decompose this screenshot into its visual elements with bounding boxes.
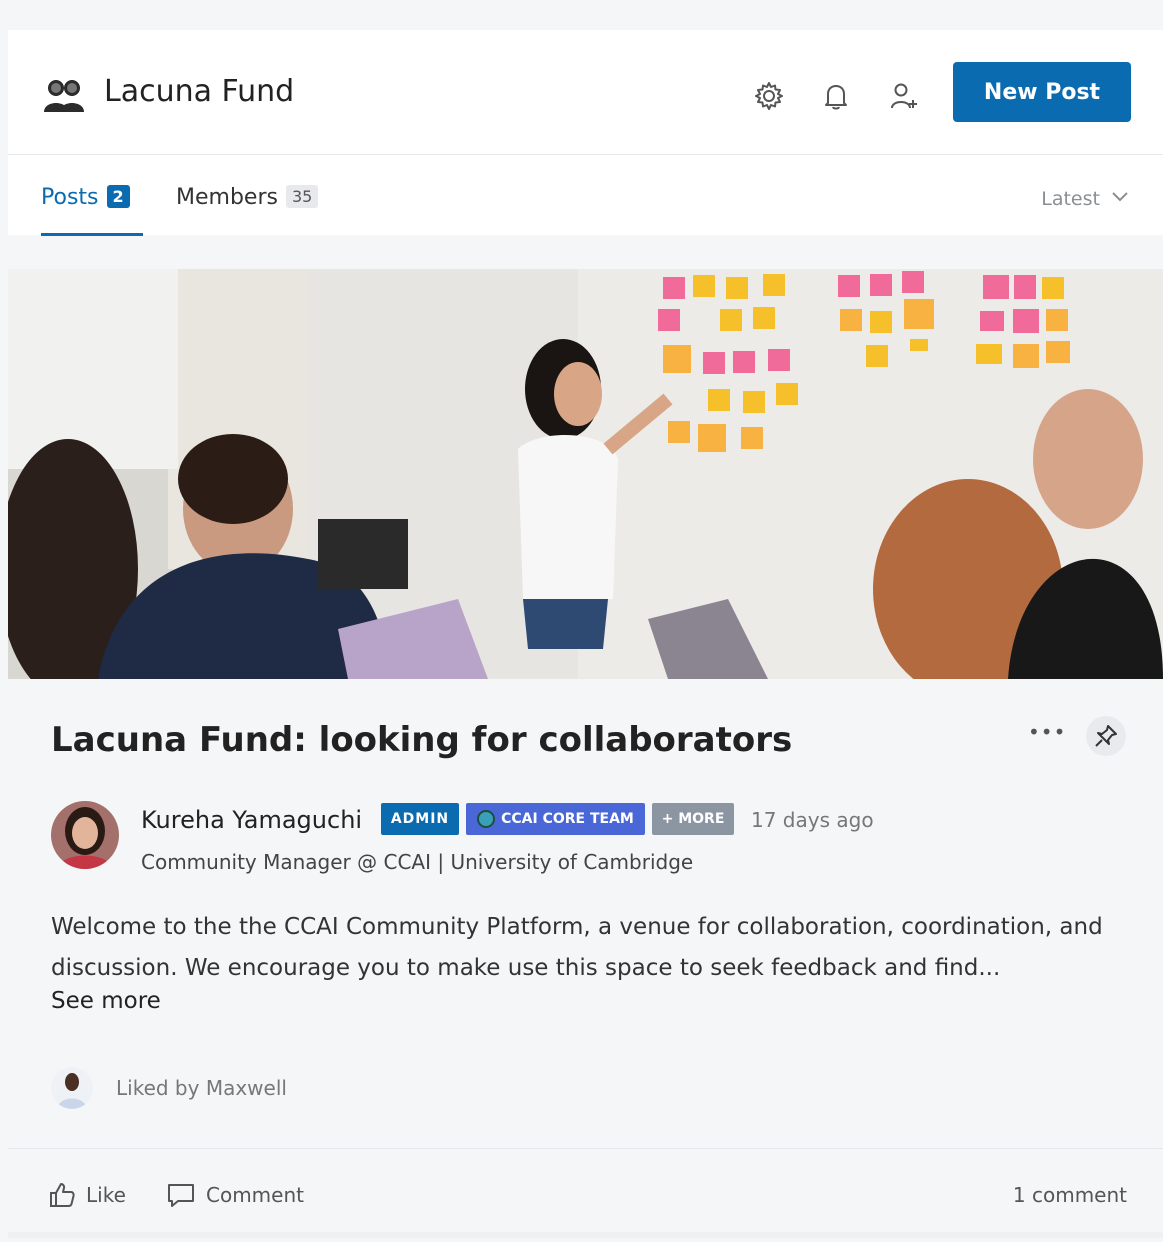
active-tab-indicator <box>41 233 143 236</box>
comments-count-link[interactable]: 1 comment <box>1013 1183 1127 1207</box>
bell-icon[interactable] <box>820 80 852 112</box>
post-actions-bar: Like Comment 1 comment <box>8 1148 1163 1238</box>
liked-by-text[interactable]: Liked by Maxwell <box>116 1076 287 1100</box>
new-post-button[interactable]: New Post <box>953 62 1131 122</box>
author-role: Community Manager @ CCAI | University of… <box>141 850 694 874</box>
comment-label: Comment <box>206 1183 304 1207</box>
tab-posts-label: Posts <box>41 185 99 210</box>
settings-gear-icon[interactable] <box>753 80 785 112</box>
more-badges-button[interactable]: + MORE <box>652 803 734 835</box>
group-header: Lacuna Fund New Post <box>8 30 1163 155</box>
post-timestamp: 17 days ago <box>751 808 874 832</box>
liker-avatar <box>51 1067 93 1109</box>
sort-label: Latest <box>1041 188 1100 210</box>
group-title: Lacuna Fund <box>104 74 295 109</box>
posts-count-badge: 2 <box>106 185 130 208</box>
sort-dropdown[interactable]: Latest <box>1041 188 1130 210</box>
pin-button[interactable] <box>1086 716 1126 756</box>
team-badge: CCAI CORE TEAM <box>466 803 645 835</box>
tab-posts[interactable]: Posts 2 <box>41 185 130 210</box>
like-button[interactable]: Like <box>48 1181 126 1209</box>
group-tabs: Posts 2 Members 35 Latest <box>8 155 1163 236</box>
author-avatar[interactable] <box>51 801 119 869</box>
comment-button[interactable]: Comment <box>166 1181 304 1209</box>
tab-members[interactable]: Members 35 <box>176 185 319 210</box>
comment-bubble-icon <box>168 1184 194 1207</box>
tab-members-label: Members <box>176 185 278 210</box>
pin-icon <box>1095 725 1117 747</box>
admin-badge: ADMIN <box>381 803 459 835</box>
more-options-icon[interactable]: ••• <box>1028 720 1066 744</box>
chevron-down-icon <box>1112 192 1128 202</box>
post-body: Welcome to the the CCAI Community Platfo… <box>51 914 1103 981</box>
team-badge-label: CCAI CORE TEAM <box>501 811 634 827</box>
post-cover-image <box>8 269 1163 679</box>
post-title[interactable]: Lacuna Fund: looking for collaborators <box>51 720 792 760</box>
members-count-badge: 35 <box>285 185 319 208</box>
author-name[interactable]: Kureha Yamaguchi <box>141 806 362 834</box>
globe-icon <box>477 810 496 828</box>
group-icon <box>44 80 84 112</box>
add-member-icon[interactable] <box>887 80 919 112</box>
see-more-link[interactable]: See more <box>51 988 161 1014</box>
thumbs-up-icon <box>50 1183 75 1207</box>
like-label: Like <box>86 1183 126 1207</box>
